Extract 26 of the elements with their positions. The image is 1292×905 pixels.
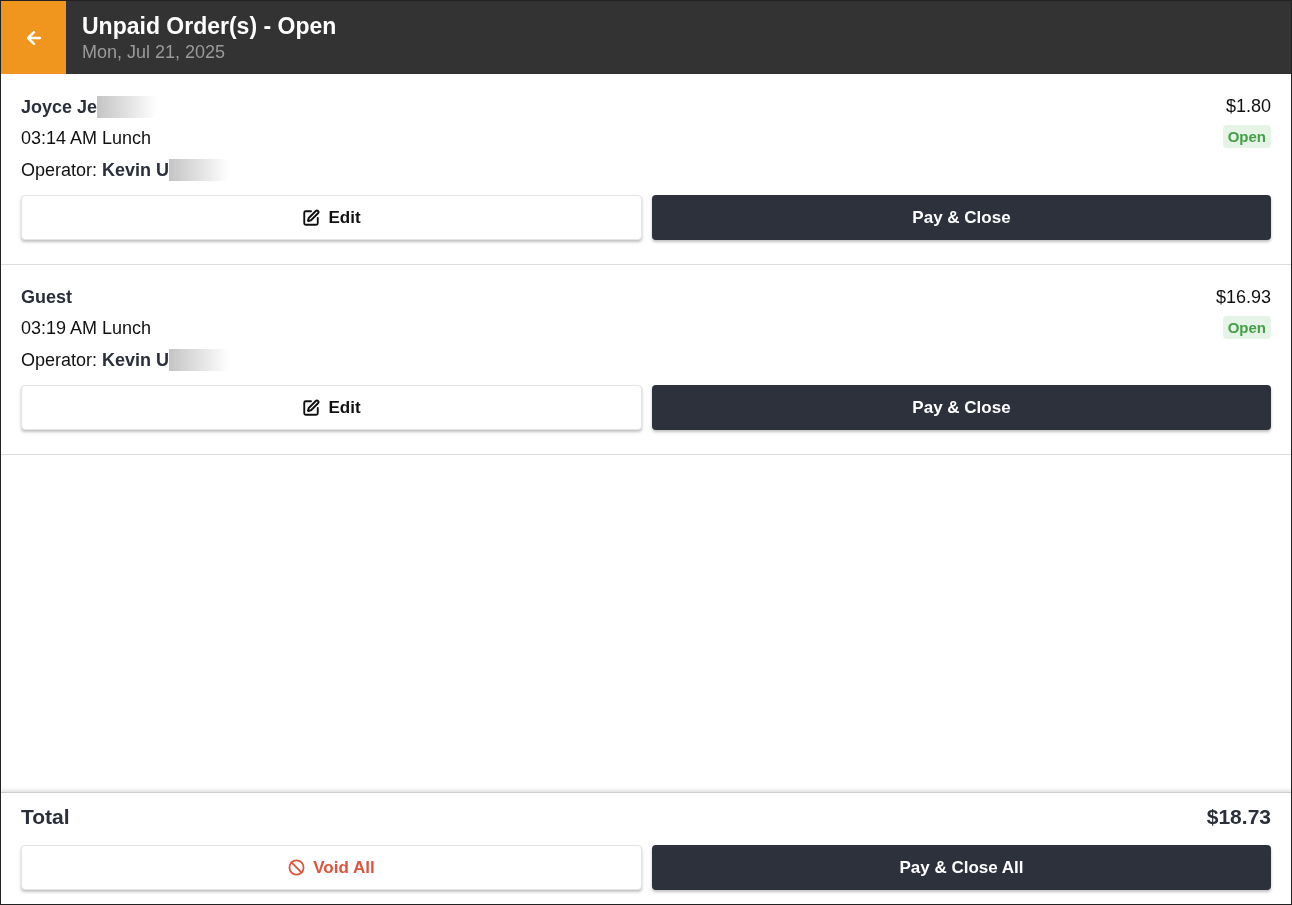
total-label: Total — [21, 805, 70, 829]
back-button[interactable] — [1, 1, 66, 74]
pay-close-all-button[interactable]: Pay & Close All — [652, 845, 1271, 890]
operator-name: Kevin U — [102, 349, 170, 371]
page-date: Mon, Jul 21, 2025 — [82, 41, 227, 63]
edit-button[interactable]: Edit — [21, 195, 642, 240]
order-amount: $1.80 — [1225, 96, 1271, 117]
ban-icon — [288, 859, 306, 876]
operator-label: Operator: — [21, 159, 98, 181]
order-time: 03:19 AM Lunch — [21, 318, 153, 339]
order-time: 03:14 AM Lunch — [21, 128, 153, 149]
edit-button[interactable]: Edit — [21, 385, 642, 430]
order-amount: $16.93 — [1215, 287, 1271, 308]
status-badge: Open — [1222, 316, 1271, 339]
pay-close-button[interactable]: Pay & Close — [652, 195, 1271, 240]
operator-label: Operator: — [21, 349, 98, 371]
pay-close-button[interactable]: Pay & Close — [652, 385, 1271, 430]
void-all-button[interactable]: Void All — [21, 845, 642, 890]
edit-icon — [302, 208, 321, 227]
operator-name: Kevin U — [102, 159, 170, 181]
customer-name: Guest — [21, 287, 72, 308]
customer-name: Joyce Je — [21, 96, 98, 118]
edit-icon — [302, 398, 321, 417]
status-badge: Open — [1222, 125, 1271, 148]
page-title: Unpaid Order(s) - Open — [82, 12, 337, 40]
total-amount: $18.73 — [1206, 805, 1271, 829]
